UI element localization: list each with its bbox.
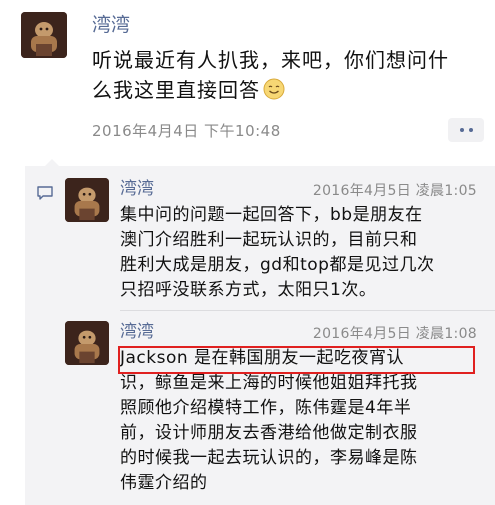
comment-timestamp: 2016年4月5日 凌晨1:08	[312, 326, 477, 342]
post-text-line-content: 么我这里直接回答	[92, 78, 260, 102]
dot-icon	[468, 128, 473, 132]
post-text-line: 听说最近有人扒我，来吧，你们想问什	[92, 48, 449, 72]
comment-text-line: 识，鲸鱼是来上海的时候他姐姐拜托我	[120, 373, 418, 393]
comment-text: 集中问的问题一起回答下，bb是朋友在 澳门介绍胜利一起玩认识的，目前只和 胜利大…	[120, 203, 480, 303]
comment-text-line: 伟霆介绍的	[120, 473, 208, 493]
comment-author-avatar[interactable]	[65, 321, 109, 365]
comment-text-line: Jackson 是在韩国朋友一起吃夜宵认	[120, 348, 405, 368]
comment-item: 湾湾 2016年4月5日 凌晨1:05 集中问的问题一起回答下，bb是朋友在 澳…	[25, 178, 495, 318]
smile-emoji-icon	[263, 78, 285, 108]
post-text: 听说最近有人扒我，来吧，你们想问什 么我这里直接回答	[92, 45, 487, 108]
comment-text: Jackson 是在韩国朋友一起吃夜宵认 识，鲸鱼是来上海的时候他姐姐拜托我 照…	[120, 346, 480, 496]
comment-text-line: 只招呼没联系方式，太阳只1次。	[120, 280, 377, 300]
post-text-line: 么我这里直接回答	[92, 75, 487, 108]
post-author-avatar[interactable]	[21, 12, 67, 58]
comment-item: 湾湾 2016年4月5日 凌晨1:08 Jackson 是在韩国朋友一起吃夜宵认…	[25, 321, 495, 501]
comment-author-name[interactable]: 湾湾	[120, 321, 154, 343]
comment-text-line: 前，设计师朋友去香港给他做定制衣服	[120, 423, 418, 443]
comment-author-name[interactable]: 湾湾	[120, 178, 154, 200]
comment-text-line: 澳门介绍胜利一起玩认识的，目前只和	[120, 230, 418, 250]
comment-text-line: 胜利大成是朋友，gd和top都是见过几次	[120, 255, 435, 275]
more-actions-button[interactable]	[448, 118, 484, 142]
comment-divider	[120, 310, 495, 311]
comment-text-line: 照顾他介绍模特工作，陈伟霆是4年半	[120, 398, 412, 418]
comment-text-line: 的时候我一起去玩认识的，李易峰是陈	[120, 448, 418, 468]
comment-author-avatar[interactable]	[65, 178, 109, 222]
comment-timestamp: 2016年4月5日 凌晨1:05	[312, 183, 477, 199]
dot-icon	[459, 128, 464, 132]
comments-section: 湾湾 2016年4月5日 凌晨1:05 集中问的问题一起回答下，bb是朋友在 澳…	[25, 159, 495, 505]
post-timestamp: 2016年4月4日 下午10:48	[92, 122, 281, 140]
moments-post: 湾湾 听说最近有人扒我，来吧，你们想问什 么我这里直接回答 2016年4月4日 …	[0, 0, 495, 160]
comment-text-line: 集中问的问题一起回答下，bb是朋友在	[120, 205, 423, 225]
post-author-name[interactable]: 湾湾	[92, 13, 130, 37]
